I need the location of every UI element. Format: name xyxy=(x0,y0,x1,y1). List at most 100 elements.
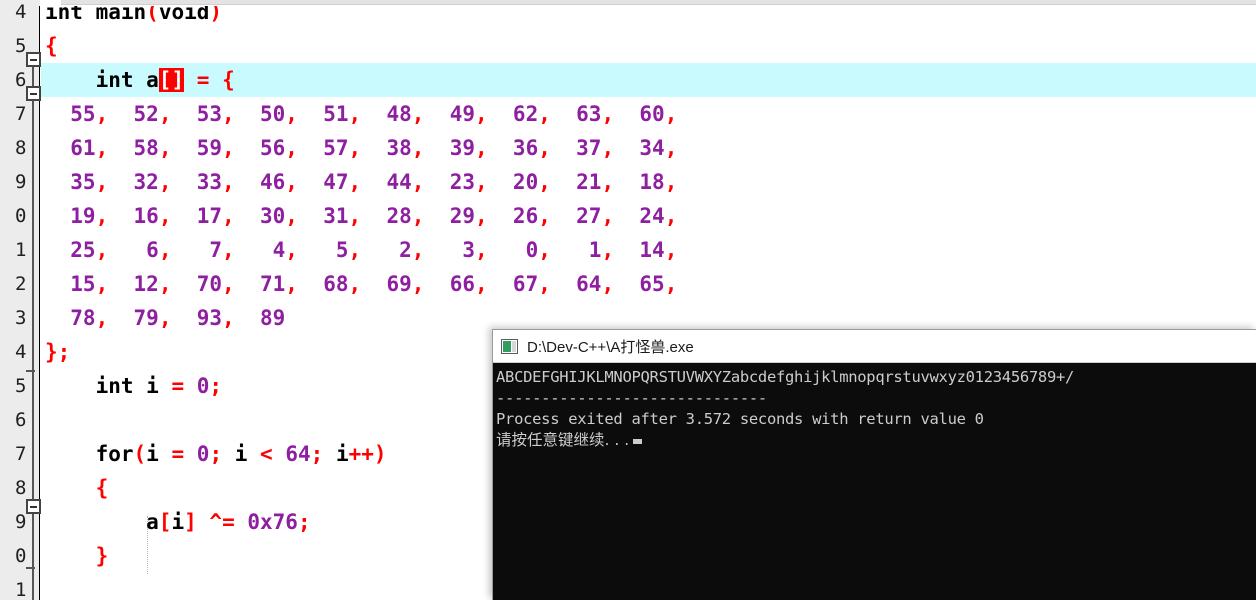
code-line[interactable]: 19, 16, 17, 30, 31, 28, 29, 26, 27, 24, xyxy=(41,199,1256,233)
code-token-op: = xyxy=(196,68,210,92)
code-token-num: 1 xyxy=(550,238,602,262)
code-token-num: 50 xyxy=(234,102,286,126)
code-line[interactable]: 15, 12, 70, 71, 68, 69, 66, 67, 64, 65, xyxy=(41,267,1256,301)
code-token-num: 59 xyxy=(171,136,223,160)
code-line[interactable]: int main(void) xyxy=(41,6,1256,29)
line-number: 0 xyxy=(15,545,26,567)
code-token-num: 2 xyxy=(361,238,412,262)
console-window[interactable]: D:\Dev-C++\A打怪兽.exe ABCDEFGHIJKLMNOPQRST… xyxy=(492,329,1256,600)
code-token-num: 30 xyxy=(234,204,286,228)
code-token-punc: { xyxy=(45,476,109,500)
code-token-op: = xyxy=(171,442,185,466)
code-token-punc: , xyxy=(348,170,362,194)
fold-end-tick-line30 xyxy=(26,567,35,569)
code-line[interactable]: { xyxy=(41,29,1256,63)
code-token-punc: , xyxy=(222,102,235,126)
code-token-num: 25 xyxy=(45,238,96,262)
code-line[interactable]: 55, 52, 53, 50, 51, 48, 49, 62, 63, 60, xyxy=(41,97,1256,131)
code-line[interactable]: 35, 32, 33, 46, 47, 44, 23, 20, 21, 18, xyxy=(41,165,1256,199)
code-token-punc: , xyxy=(285,238,298,262)
code-token-kw: int i xyxy=(45,374,172,398)
line-number: 4 xyxy=(15,1,26,23)
code-token-num: 36 xyxy=(487,136,539,160)
code-token-punc: } xyxy=(45,544,109,568)
fold-toggle-line5[interactable] xyxy=(26,52,41,67)
code-token-num: 20 xyxy=(487,170,539,194)
code-token-num: 93 xyxy=(171,306,223,330)
code-token-kw xyxy=(235,510,248,534)
code-token-num: 48 xyxy=(361,102,412,126)
code-token-num: 23 xyxy=(424,170,475,194)
code-line-active[interactable]: int a[] = { xyxy=(41,63,1256,97)
code-token-num: 46 xyxy=(234,170,286,194)
code-token-punc: , xyxy=(601,272,615,296)
code-token-punc: , xyxy=(411,170,425,194)
code-line[interactable]: 61, 58, 59, 56, 57, 38, 39, 36, 37, 34, xyxy=(41,131,1256,165)
code-token-punc: ( xyxy=(146,6,159,24)
code-token-punc: ; xyxy=(209,442,223,466)
code-token-kw: i xyxy=(171,510,185,534)
code-token-punc: , xyxy=(538,102,551,126)
code-token-kw: int main xyxy=(45,6,147,24)
code-token-num: 0x76 xyxy=(247,510,298,534)
code-token-num: 61 xyxy=(45,136,96,160)
code-token-punc: , xyxy=(285,204,298,228)
code-token-num: 29 xyxy=(424,204,475,228)
code-token-punc: , xyxy=(601,170,615,194)
code-token-punc: [ xyxy=(158,510,172,534)
code-token-kw: a xyxy=(45,510,159,534)
code-token-num: 31 xyxy=(297,204,349,228)
code-token-punc: , xyxy=(411,102,425,126)
console-output[interactable]: ABCDEFGHIJKLMNOPQRSTUVWXYZabcdefghijklmn… xyxy=(493,363,1256,600)
code-token-punc: ; xyxy=(310,442,324,466)
code-token-kw xyxy=(184,442,197,466)
code-token-punc: , xyxy=(538,136,551,160)
code-line[interactable]: 25, 6, 7, 4, 5, 2, 3, 0, 1, 14, xyxy=(41,233,1256,267)
code-token-num: 67 xyxy=(487,272,539,296)
code-token-kw: i xyxy=(222,442,261,466)
code-token-num: 69 xyxy=(361,272,412,296)
code-token-punc: , xyxy=(601,204,615,228)
code-token-num: 37 xyxy=(550,136,602,160)
code-token-num: 64 xyxy=(285,442,311,466)
fold-toggle-line28[interactable] xyxy=(26,499,41,514)
code-token-num: 34 xyxy=(614,136,665,160)
code-token-punc: , xyxy=(601,136,615,160)
code-token-num: 32 xyxy=(108,170,159,194)
code-token-op: < xyxy=(260,442,273,466)
code-token-num: 16 xyxy=(108,204,159,228)
screen-root: 456789012345678901 int main(void){ int a… xyxy=(0,0,1256,600)
code-token-num: 55 xyxy=(45,102,96,126)
code-token-punc: , xyxy=(95,136,109,160)
code-token-num: 24 xyxy=(614,204,665,228)
code-token-num: 89 xyxy=(234,306,286,330)
code-token-num: 7 xyxy=(171,238,223,262)
code-token-punc: , xyxy=(664,272,678,296)
code-token-num: 68 xyxy=(297,272,349,296)
code-token-punc: , xyxy=(474,272,488,296)
code-token-punc: , xyxy=(538,272,551,296)
code-token-num: 64 xyxy=(550,272,602,296)
code-token-kw xyxy=(209,68,222,92)
code-token-num: 70 xyxy=(171,272,223,296)
code-token-num: 66 xyxy=(424,272,475,296)
code-token-num: 0 xyxy=(196,374,210,398)
code-token-punc: , xyxy=(664,102,678,126)
code-token-op: ^= xyxy=(209,510,235,534)
console-line: ABCDEFGHIJKLMNOPQRSTUVWXYZabcdefghijklmn… xyxy=(496,368,1075,386)
code-token-num: 18 xyxy=(614,170,665,194)
code-token-num: 5 xyxy=(297,238,349,262)
code-token-op: = xyxy=(171,374,185,398)
code-token-kw: int a xyxy=(45,68,159,92)
code-token-num: 44 xyxy=(361,170,412,194)
code-token-punc: , xyxy=(158,238,172,262)
code-token-num: 35 xyxy=(45,170,96,194)
code-token-num: 65 xyxy=(614,272,665,296)
code-token-punc: , xyxy=(222,204,235,228)
console-title-bar[interactable]: D:\Dev-C++\A打怪兽.exe xyxy=(493,330,1256,363)
fold-toggle-line6[interactable] xyxy=(26,86,41,101)
code-token-num: 3 xyxy=(424,238,475,262)
line-number: 7 xyxy=(15,103,26,125)
line-number: 9 xyxy=(15,511,26,533)
line-number: 6 xyxy=(15,69,26,91)
